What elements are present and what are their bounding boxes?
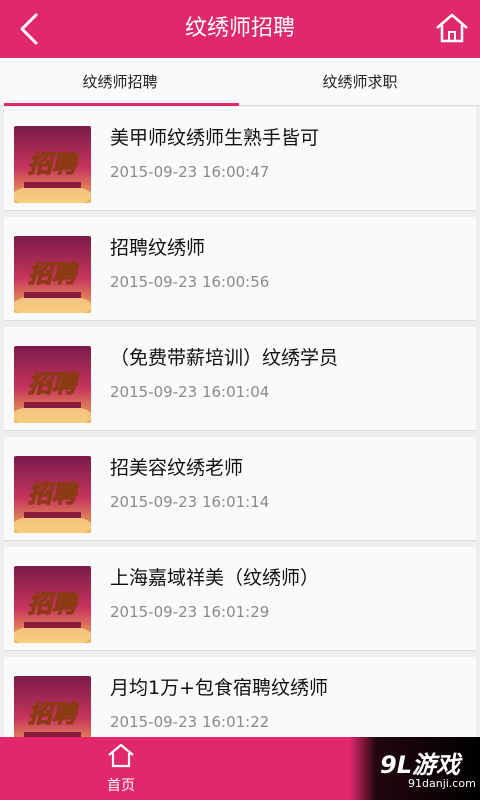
listing-title: 月均1万+包食宿聘纹绣师 [110, 677, 329, 699]
page-title: 纹绣师招聘 [184, 16, 295, 41]
recruitment-thumbnail: 招聘 [14, 346, 91, 423]
recruitment-thumbnail: 招聘 [14, 236, 91, 313]
list-item[interactable]: 招聘 招聘纹绣师 2015-09-23 16:00:56 [4, 217, 476, 321]
list-item[interactable]: 招聘 美甲师纹绣师生熟手皆可 2015-09-23 16:00:47 [4, 107, 476, 211]
active-tab-indicator [4, 103, 239, 106]
recruitment-banner-image: 招聘 [14, 236, 91, 313]
nav-home-label: 首页 [107, 778, 135, 794]
listing-title: 上海嘉域祥美（纹绣师） [110, 567, 320, 589]
recruitment-banner-image: 招聘 [14, 456, 91, 533]
listing-title: （免费带薪培训）纹绣学员 [110, 347, 339, 369]
svg-text:招聘: 招聘 [28, 480, 79, 508]
recruitment-thumbnail: 招聘 [14, 676, 91, 737]
listing-date: 2015-09-23 16:00:47 [110, 163, 270, 181]
list-item[interactable]: 招聘 月均1万+包食宿聘纹绣师 2015-09-23 16:01:22 [4, 657, 476, 737]
svg-text:招聘: 招聘 [28, 260, 79, 288]
site-watermark: 9L游戏 91danji.com [350, 737, 480, 800]
recruitment-thumbnail: 招聘 [14, 456, 91, 533]
svg-text:招聘: 招聘 [28, 590, 79, 618]
home-nav-icon [108, 743, 134, 768]
nav-home-button[interactable]: 首页 [92, 737, 150, 800]
listing-date: 2015-09-23 16:01:29 [110, 603, 270, 621]
tab-bar: 纹绣师招聘 纹绣师求职 [0, 58, 480, 106]
home-button[interactable] [434, 10, 470, 46]
list-item[interactable]: 招聘 上海嘉域祥美（纹绣师） 2015-09-23 16:01:29 [4, 547, 476, 651]
recruitment-thumbnail: 招聘 [14, 566, 91, 643]
list-item[interactable]: 招聘 招美容纹绣老师 2015-09-23 16:01:14 [4, 437, 476, 541]
tab-job-seeking[interactable]: 纹绣师求职 [240, 58, 480, 106]
listing-date: 2015-09-23 16:01:04 [110, 383, 270, 401]
listing-title: 招美容纹绣老师 [110, 457, 244, 479]
listing-date: 2015-09-23 16:00:56 [110, 273, 270, 291]
svg-text:招聘: 招聘 [28, 700, 79, 728]
home-icon [436, 13, 468, 43]
top-app-bar: 纹绣师招聘 [0, 0, 480, 58]
watermark-brand: 9L游戏 [380, 751, 460, 779]
svg-text:招聘: 招聘 [28, 370, 79, 398]
list-item[interactable]: 招聘 （免费带薪培训）纹绣学员 2015-09-23 16:01:04 [4, 327, 476, 431]
recruitment-thumbnail: 招聘 [14, 126, 91, 203]
recruitment-banner-image: 招聘 [14, 676, 91, 737]
recruitment-banner-image: 招聘 [14, 126, 91, 203]
job-list[interactable]: 招聘 美甲师纹绣师生熟手皆可 2015-09-23 16:00:47 招聘 招聘… [0, 107, 480, 737]
recruitment-banner-image: 招聘 [14, 566, 91, 643]
listing-title: 招聘纹绣师 [110, 237, 206, 259]
watermark-domain: 91danji.com [408, 777, 476, 790]
listing-date: 2015-09-23 16:01:14 [110, 493, 270, 511]
listing-date: 2015-09-23 16:01:22 [110, 713, 270, 731]
svg-text:招聘: 招聘 [28, 150, 79, 178]
recruitment-banner-image: 招聘 [14, 346, 91, 423]
tab-recruitment[interactable]: 纹绣师招聘 [0, 58, 240, 106]
listing-title: 美甲师纹绣师生熟手皆可 [110, 127, 320, 149]
